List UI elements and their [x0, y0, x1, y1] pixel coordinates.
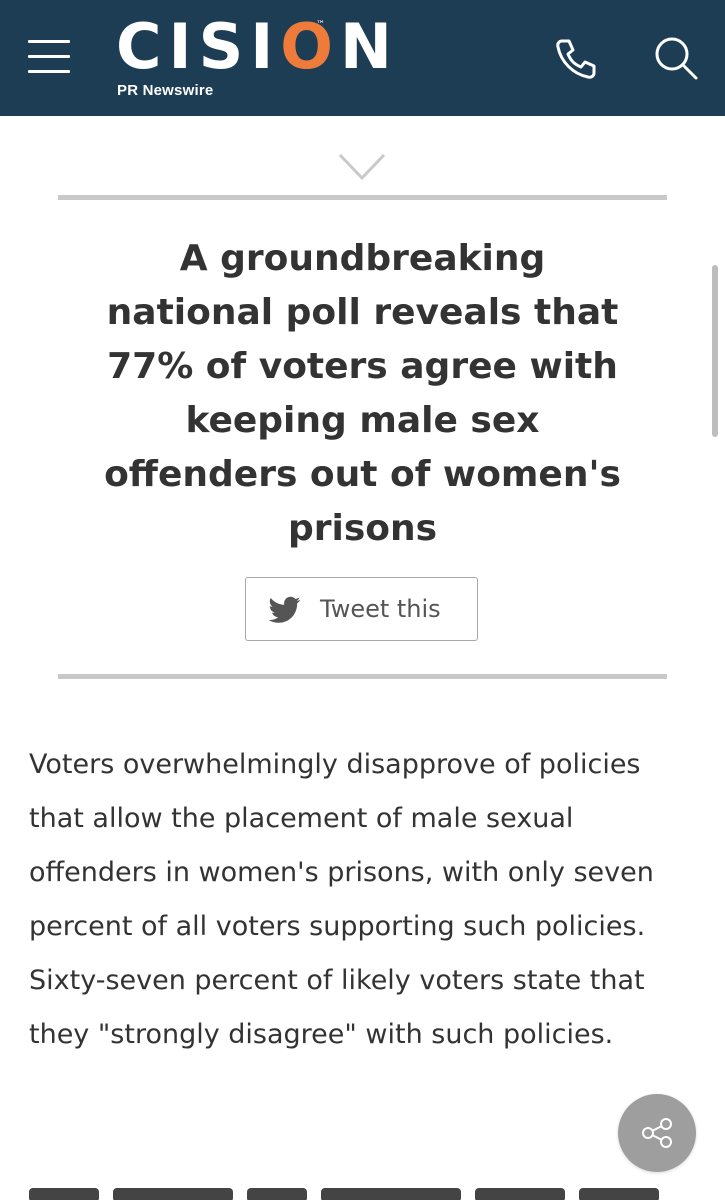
article-paragraph: Voters overwhelmingly disapprove of poli… [29, 749, 654, 1050]
tweet-button-label: Tweet this [320, 595, 441, 623]
search-icon[interactable] [652, 34, 700, 82]
site-header: CISION ™ PR Newswire [0, 0, 725, 116]
tweet-this-button[interactable]: Tweet this [245, 577, 478, 641]
cision-logo[interactable]: CISION ™ PR Newswire [116, 14, 392, 104]
chevron-down-icon[interactable] [338, 152, 386, 182]
twitter-bird-icon [269, 596, 301, 623]
press-release-page: CISION ™ PR Newswire A groundbreaking na… [0, 0, 725, 1200]
release-headline: A groundbreaking national poll reveals t… [104, 238, 621, 549]
share-icon [642, 1118, 672, 1148]
summary-bottom-divider [58, 674, 667, 679]
next-paragraph-cutoff [29, 1188, 689, 1200]
hamburger-menu-icon[interactable] [28, 40, 70, 74]
logo-wordmark: CISION [116, 10, 399, 83]
summary-top-divider [58, 195, 667, 200]
share-button[interactable] [618, 1094, 696, 1172]
logo-subtitle: PR Newswire [117, 82, 214, 99]
scrollbar-thumb[interactable] [712, 265, 718, 437]
phone-icon[interactable] [553, 36, 599, 82]
